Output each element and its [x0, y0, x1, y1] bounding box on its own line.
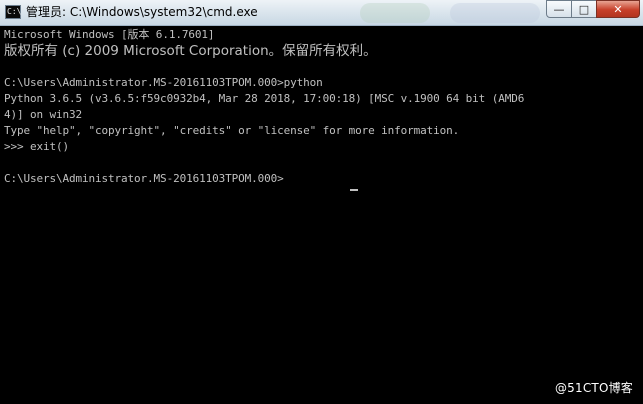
title-bar[interactable]: C:\ 管理员: C:\Windows\system32\cmd.exe — □… [0, 0, 643, 26]
console-line: >>> exit() [4, 140, 70, 153]
window-controls: — □ ✕ [546, 0, 640, 20]
text-cursor [350, 189, 358, 191]
console-line: 4)] on win32 [4, 108, 83, 121]
window-title: 管理员: C:\Windows\system32\cmd.exe [26, 5, 258, 19]
cmd-icon-glyph: C:\ [7, 7, 22, 16]
minimize-icon: — [553, 2, 565, 16]
background-blur [360, 3, 430, 23]
console-line: Python 3.6.5 (v3.6.5:f59c0932b4, Mar 28 … [4, 92, 525, 105]
close-button[interactable]: ✕ [596, 0, 640, 18]
close-icon: ✕ [613, 2, 623, 16]
maximize-button[interactable]: □ [571, 0, 597, 18]
console-output[interactable]: Microsoft Windows [版本 6.1.7601] 版权所有 (c)… [4, 27, 643, 404]
minimize-button[interactable]: — [546, 0, 572, 18]
watermark-text: @51CTO博客 [554, 381, 633, 395]
cmd-window: C:\ 管理员: C:\Windows\system32\cmd.exe — □… [0, 0, 643, 404]
maximize-icon: □ [578, 2, 590, 16]
console-line: Type "help", "copyright", "credits" or "… [4, 124, 460, 137]
cmd-icon[interactable]: C:\ [5, 5, 21, 19]
console-prompt: C:\Users\Administrator.MS-20161103TPOM.0… [4, 172, 284, 185]
background-blur [450, 3, 540, 23]
console-line: 版权所有 (c) 2009 Microsoft Corporation。保留所有… [4, 43, 377, 59]
console-line: Microsoft Windows [版本 6.1.7601] [4, 28, 215, 41]
console-line: C:\Users\Administrator.MS-20161103TPOM.0… [4, 76, 323, 89]
